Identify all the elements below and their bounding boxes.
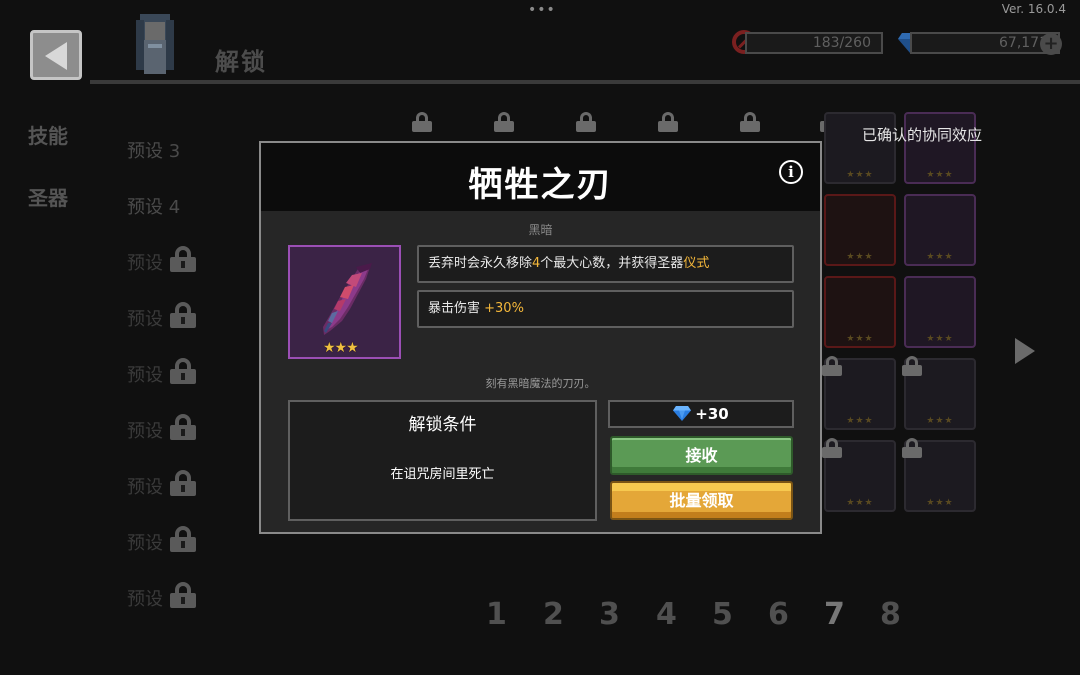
- modal-header: 牺牲之刃 i: [261, 143, 820, 211]
- lock-icon: [412, 112, 432, 132]
- lock-icon: [902, 356, 922, 376]
- next-page-arrow-icon[interactable]: [1015, 338, 1035, 364]
- preset-locked[interactable]: 预设: [127, 417, 163, 443]
- unlock-condition-title: 解锁条件: [408, 415, 477, 435]
- effect-highlight: +30%: [484, 301, 524, 316]
- lock-icon: [740, 112, 760, 132]
- lock-icon: [170, 470, 196, 496]
- preset-locked[interactable]: 预设: [127, 529, 163, 555]
- relic-slot[interactable]: ★★★: [904, 194, 976, 266]
- lock-icon: [822, 356, 842, 376]
- lock-icon: [170, 302, 196, 328]
- menu-dots-icon[interactable]: •••: [528, 2, 556, 18]
- preset-locked[interactable]: 预设: [127, 305, 163, 331]
- tab-relics[interactable]: 圣器: [28, 182, 68, 211]
- reward-amount: +30: [695, 405, 729, 423]
- header-divider: [90, 80, 1080, 84]
- lock-icon: [902, 438, 922, 458]
- info-icon[interactable]: i: [779, 160, 803, 184]
- batch-claim-button[interactable]: 批量领取: [610, 481, 793, 520]
- gem-icon: [673, 406, 692, 421]
- page-6[interactable]: 6: [768, 597, 789, 632]
- preset-locked[interactable]: 预设: [127, 473, 163, 499]
- relic-slot[interactable]: ★★★: [824, 276, 896, 348]
- relic-slot[interactable]: ★★★: [904, 112, 976, 184]
- relic-name: 牺牲之刃: [468, 165, 613, 205]
- page-2[interactable]: 2: [543, 597, 564, 632]
- page-5[interactable]: 5: [712, 597, 733, 632]
- add-gems-icon[interactable]: +: [1040, 33, 1062, 55]
- lock-icon: [494, 112, 514, 132]
- character-portrait: [136, 14, 174, 74]
- lock-icon: [170, 358, 196, 384]
- tab-skills[interactable]: 技能: [28, 120, 68, 149]
- relic-flavor-text: 刻有黑暗魔法的刀刃。: [485, 377, 596, 390]
- lock-icon: [658, 112, 678, 132]
- lock-icon: [170, 246, 196, 272]
- preset-locked[interactable]: 预设: [127, 585, 163, 611]
- relic-slot[interactable]: ★★★: [824, 112, 896, 184]
- relic-effect-2: 暴击伤害 +30%: [417, 290, 794, 328]
- lock-icon: [170, 414, 196, 440]
- screen-title: 解锁: [215, 48, 267, 76]
- lock-icon: [822, 438, 842, 458]
- page-1[interactable]: 1: [486, 597, 507, 632]
- effect-text: 个最大心数，并获得圣器: [540, 256, 684, 271]
- hearts-resource: 183/260: [745, 32, 883, 54]
- gems-resource: 67,171: [910, 32, 1060, 54]
- lock-icon: [576, 112, 596, 132]
- unlock-condition-panel: 解锁条件 在诅咒房间里死亡: [288, 400, 597, 521]
- effect-text: 丢弃时会永久移除: [428, 256, 533, 271]
- synergy-label[interactable]: 已确认的协同效应: [862, 124, 982, 145]
- relic-effect-1: 丢弃时会永久移除4个最大心数，并获得圣器仪式: [417, 245, 794, 283]
- effect-text: 暴击伤害: [428, 301, 485, 316]
- relic-icon-frame: ★★★: [288, 245, 401, 359]
- relic-rarity-stars: ★★★: [323, 340, 359, 356]
- relic-category: 黑暗: [528, 223, 553, 237]
- effect-highlight: 仪式: [683, 256, 710, 271]
- unlock-condition-text: 在诅咒房间里死亡: [390, 467, 495, 482]
- page-4[interactable]: 4: [656, 597, 677, 632]
- relic-slot[interactable]: ★★★: [824, 194, 896, 266]
- preset-3[interactable]: 预设 3: [127, 137, 180, 163]
- page-8[interactable]: 8: [880, 597, 901, 632]
- preset-4[interactable]: 预设 4: [127, 193, 180, 219]
- lock-icon: [170, 582, 196, 608]
- version-label: Ver. 16.0.4: [1001, 2, 1066, 16]
- page-7[interactable]: 7: [824, 597, 845, 632]
- preset-locked[interactable]: 预设: [127, 361, 163, 387]
- reward-display: +30: [608, 400, 794, 428]
- relic-detail-modal: 牺牲之刃 i 黑暗 ★★★ 丢弃时会永久移除4个最大心数，并获得圣器仪式 暴击伤…: [259, 141, 822, 534]
- preset-locked[interactable]: 预设: [127, 249, 163, 275]
- back-button[interactable]: [30, 30, 82, 80]
- page-3[interactable]: 3: [599, 597, 620, 632]
- back-arrow-icon: [45, 42, 67, 70]
- receive-button[interactable]: 接收: [610, 436, 793, 475]
- lock-icon: [170, 526, 196, 552]
- relic-slot[interactable]: ★★★: [904, 276, 976, 348]
